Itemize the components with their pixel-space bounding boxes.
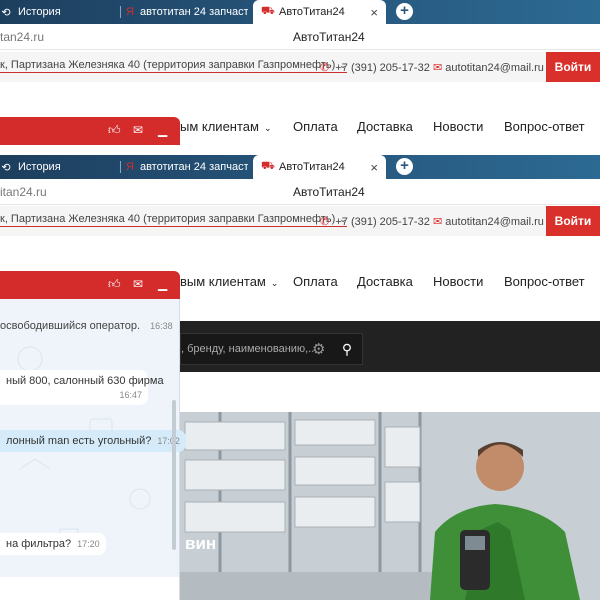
history-icon: ⟲ <box>1 161 11 174</box>
yandex-icon: Я <box>126 161 134 173</box>
address-text: к, Партизана Железняка 40 (территория за… <box>0 213 336 225</box>
email-link[interactable]: ✉ autotitan24@mail.ru <box>433 61 544 74</box>
site-favicon: ⛟ <box>261 5 275 17</box>
search-input[interactable]: , бренду, наименованию,... ⚙ ⚲ <box>180 333 363 365</box>
tab-label: автотитан 24 запчасти кр <box>139 6 248 18</box>
tab-autotitan[interactable]: ⛟ АвтоТитан24 × <box>253 155 386 179</box>
new-tab-button[interactable]: + <box>396 158 413 175</box>
message-text: на фильтра? <box>6 538 72 550</box>
url-text[interactable]: itan24.ru <box>0 185 47 199</box>
email-text: autotitan24@mail.ru <box>445 216 544 228</box>
tab-bar: ⟲ История Я автотитан 24 запчасти кр ⛟ А… <box>0 0 600 24</box>
phone-link[interactable]: ✆ +7 (391) 205-17-32 <box>320 215 430 228</box>
close-icon[interactable]: × <box>370 160 378 175</box>
chat-message: лонный man есть угольный? 17:02 <box>0 430 186 452</box>
phone-text: +7 (391) 205-17-32 <box>335 62 430 74</box>
message-time: 16:47 <box>119 390 142 400</box>
menu-item-payment[interactable]: Оплата <box>293 119 338 134</box>
message-text: освободившийся оператор. <box>0 320 141 332</box>
site-topbar: к, Партизана Железняка 40 (территория за… <box>0 52 600 82</box>
message-text: лонный man есть угольный? <box>6 435 152 447</box>
tab-label: АвтоТитан24 <box>279 6 345 18</box>
tab-separator <box>120 161 121 173</box>
site-topbar: к, Партизана Железняка 40 (территория за… <box>0 206 600 236</box>
tab-autotitan[interactable]: ⛟ АвтоТитан24 × <box>253 0 386 24</box>
chat-input[interactable] <box>0 577 180 600</box>
tab-search[interactable]: Я автотитан 24 запчасти кр <box>126 155 248 179</box>
login-button[interactable]: Войти <box>546 206 600 236</box>
menu-item-delivery[interactable]: Доставка <box>357 119 413 134</box>
thumbs-up-icon[interactable]: 👍︎ <box>108 277 121 292</box>
phone-icon: ✆ <box>320 216 330 228</box>
site-favicon: ⛟ <box>261 160 275 172</box>
menu-label: вым клиентам <box>180 274 266 289</box>
tab-history[interactable]: ⟲ История <box>0 0 118 24</box>
search-icon: ⚲ <box>341 341 353 357</box>
tab-history[interactable]: ⟲ История <box>0 155 118 179</box>
history-icon: ⟲ <box>1 6 11 19</box>
chat-message: ный 800, салонный 630 фирма 16:47 <box>0 370 164 405</box>
chat-header[interactable]: 👍︎ ✉ ▁ <box>0 117 180 145</box>
menu-label: ым клиентам <box>180 119 259 134</box>
tab-separator <box>120 6 121 18</box>
chevron-down-icon: ⌄ <box>270 278 279 288</box>
hero-banner: вин <box>180 412 600 600</box>
menu-item-faq[interactable]: Вопрос-ответ <box>504 119 585 134</box>
menu-item-clients[interactable]: вым клиентам ⌄ <box>180 274 278 289</box>
chevron-down-icon: ⌄ <box>263 123 272 133</box>
address-text: к, Партизана Железняка 40 (территория за… <box>0 59 336 71</box>
tab-bar: ⟲ История Я автотитан 24 запчасти кр ⛟ А… <box>0 155 600 179</box>
chat-system-message: освободившийся оператор. 16:38 <box>0 320 173 332</box>
message-time: 17:02 <box>157 436 180 446</box>
phone-link[interactable]: ✆ +7 (391) 205-17-32 <box>320 61 430 74</box>
tab-label: История <box>18 161 61 173</box>
message-text: ный 800, салонный 630 фирма <box>6 375 164 387</box>
address-bar[interactable]: itan24.ru АвтоТитан24 <box>0 179 600 205</box>
minimize-icon[interactable]: ▁ <box>158 123 167 137</box>
page-title: АвтоТитан24 <box>293 185 365 199</box>
tab-search[interactable]: Я автотитан 24 запчасти кр <box>126 0 248 24</box>
tab-label: История <box>18 6 61 18</box>
new-tab-button[interactable]: + <box>396 3 413 20</box>
menu-item-clients[interactable]: ым клиентам ⌄ <box>180 119 272 134</box>
mail-icon: ✉ <box>433 216 443 228</box>
chat-scrollbar[interactable] <box>172 400 176 550</box>
menu-item-faq[interactable]: Вопрос-ответ <box>504 274 585 289</box>
menu-item-news[interactable]: Новости <box>433 274 483 289</box>
thumbs-up-icon[interactable]: 👍︎ <box>108 123 121 138</box>
email-link[interactable]: ✉ autotitan24@mail.ru <box>433 215 544 228</box>
address-bar[interactable]: tan24.ru АвтоТитан24 <box>0 24 600 50</box>
url-text[interactable]: tan24.ru <box>0 30 44 44</box>
message-time: 17:20 <box>77 539 100 549</box>
menu-item-news[interactable]: Новости <box>433 119 483 134</box>
mail-icon[interactable]: ✉ <box>133 123 143 137</box>
tab-label: автотитан 24 запчасти кр <box>139 161 248 173</box>
warehouse-photo <box>180 412 600 600</box>
login-button[interactable]: Войти <box>546 52 600 82</box>
message-time: 16:38 <box>150 321 173 331</box>
tab-label: АвтоТитан24 <box>279 161 345 173</box>
search-button[interactable]: ⚲ <box>331 334 363 364</box>
phone-text: +7 (391) 205-17-32 <box>335 216 430 228</box>
yandex-icon: Я <box>126 6 134 18</box>
search-placeholder: , бренду, наименованию,... <box>181 343 318 355</box>
menu-item-payment[interactable]: Оплата <box>293 274 338 289</box>
menu-item-delivery[interactable]: Доставка <box>357 274 413 289</box>
mail-icon[interactable]: ✉ <box>133 277 143 291</box>
close-icon[interactable]: × <box>370 5 378 20</box>
mail-icon: ✉ <box>433 62 443 74</box>
hero-title: вин <box>185 534 217 553</box>
address-select[interactable]: к, Партизана Железняка 40 (территория за… <box>0 213 347 227</box>
minimize-icon[interactable]: ▁ <box>158 277 167 291</box>
page-title: АвтоТитан24 <box>293 30 365 44</box>
email-text: autotitan24@mail.ru <box>445 62 544 74</box>
chat-header[interactable]: 👍︎ ✉ ▁ <box>0 271 180 299</box>
address-select[interactable]: к, Партизана Железняка 40 (территория за… <box>0 59 347 73</box>
gear-icon[interactable]: ⚙ <box>312 340 325 358</box>
phone-icon: ✆ <box>320 62 330 74</box>
chat-message: на фильтра? 17:20 <box>0 533 106 555</box>
